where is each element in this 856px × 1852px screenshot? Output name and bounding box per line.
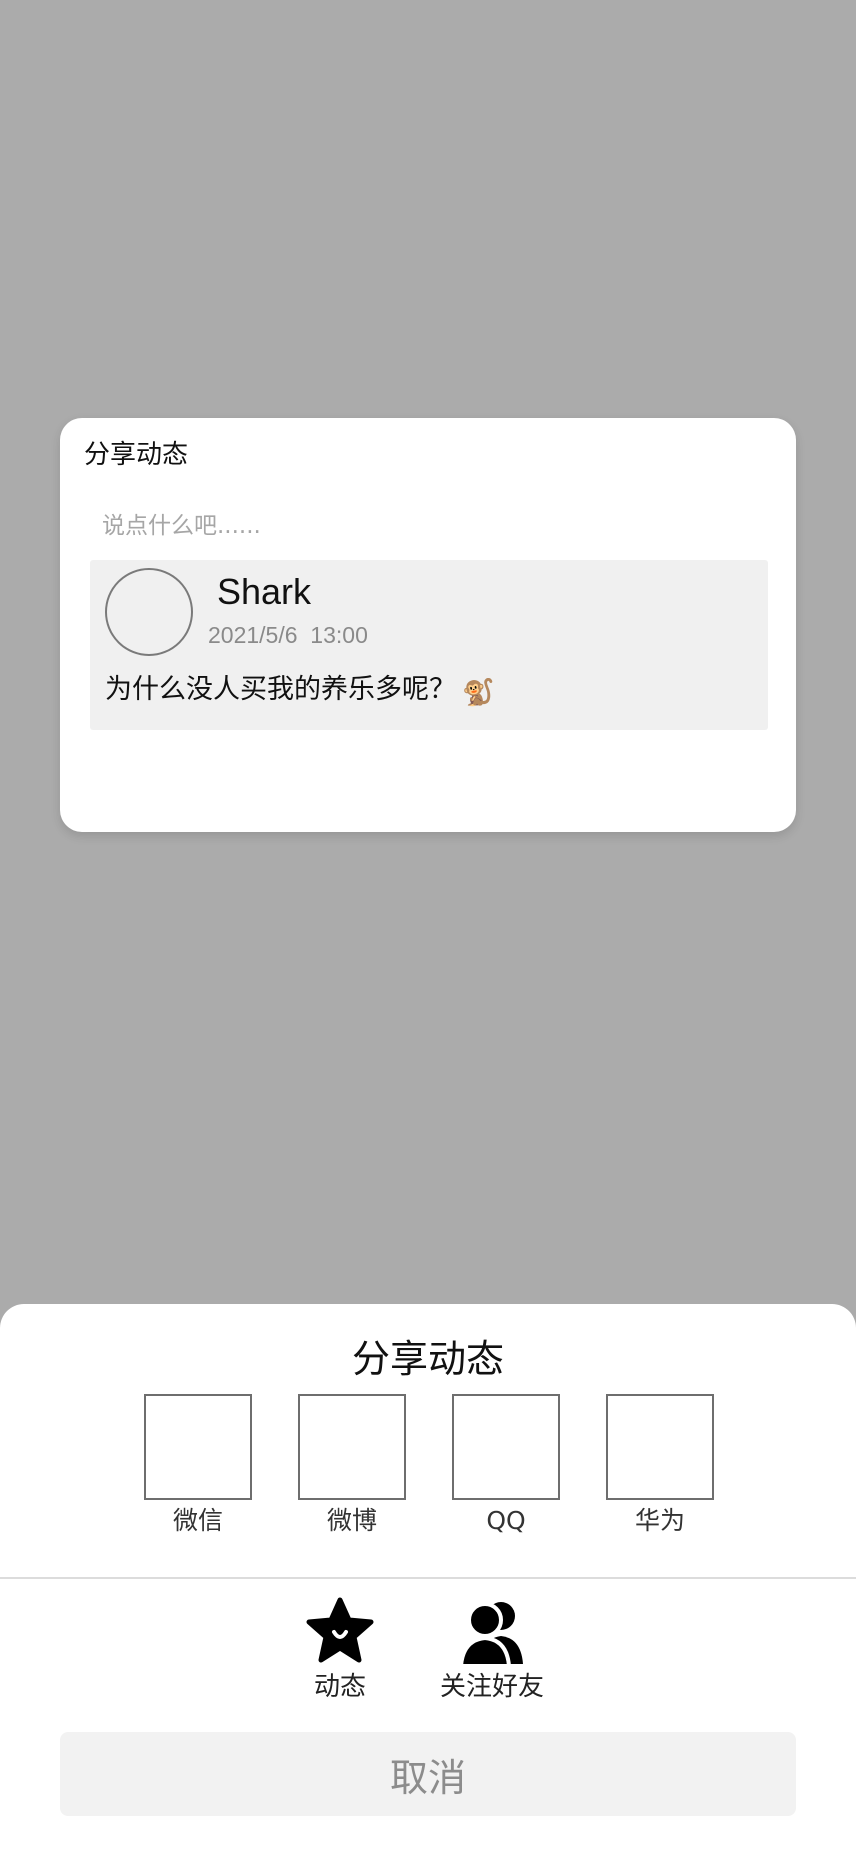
- share-to-moments-button[interactable]: 动态: [300, 1596, 380, 1706]
- action-label: 关注好友: [439, 1672, 544, 1702]
- post-text-content: 为什么没人买我的养乐多呢？: [105, 674, 456, 705]
- share-dialog: 分享动态 Shark 2021/5/6 13:00 为什么没人买我的养乐多呢？🐒: [60, 418, 796, 832]
- weibo-icon: [298, 1394, 406, 1500]
- qq-icon: [452, 1394, 560, 1500]
- divider: [0, 1577, 856, 1579]
- comment-input[interactable]: [98, 506, 766, 546]
- huawei-icon: [606, 1394, 714, 1500]
- post-time: 2021/5/6 13:00: [208, 622, 368, 648]
- share-huawei[interactable]: 华为: [606, 1394, 714, 1544]
- sheet-title: 分享动态: [351, 1337, 504, 1381]
- cancel-button[interactable]: 取消: [60, 1732, 796, 1816]
- friends-icon: [458, 1602, 523, 1666]
- platform-label: 微博: [326, 1506, 377, 1535]
- avatar: [105, 568, 193, 656]
- share-sheet: 分享动态 微信 微博 QQ 华为 动态 关注好友 取消: [0, 1304, 856, 1852]
- share-wechat[interactable]: 微信: [144, 1394, 252, 1544]
- platform-label: QQ: [486, 1506, 526, 1535]
- share-platforms: 微信 微博 QQ 华为: [0, 1394, 856, 1544]
- platform-label: 微信: [172, 1506, 223, 1535]
- star-icon: [306, 1597, 374, 1663]
- monkey-emoji: 🐒: [462, 678, 495, 708]
- share-qq[interactable]: QQ: [452, 1394, 560, 1544]
- action-label: 动态: [313, 1672, 366, 1702]
- platform-label: 华为: [634, 1506, 685, 1535]
- dialog-title: 分享动态: [84, 440, 189, 470]
- post-author: Shark: [217, 571, 312, 612]
- shared-post-card: Shark 2021/5/6 13:00 为什么没人买我的养乐多呢？ 🐒: [90, 560, 768, 730]
- wechat-icon: [144, 1394, 252, 1500]
- share-to-friends-button[interactable]: 关注好友: [430, 1596, 554, 1706]
- post-text: 为什么没人买我的养乐多呢？ 🐒: [105, 676, 494, 706]
- share-weibo[interactable]: 微博: [298, 1394, 406, 1544]
